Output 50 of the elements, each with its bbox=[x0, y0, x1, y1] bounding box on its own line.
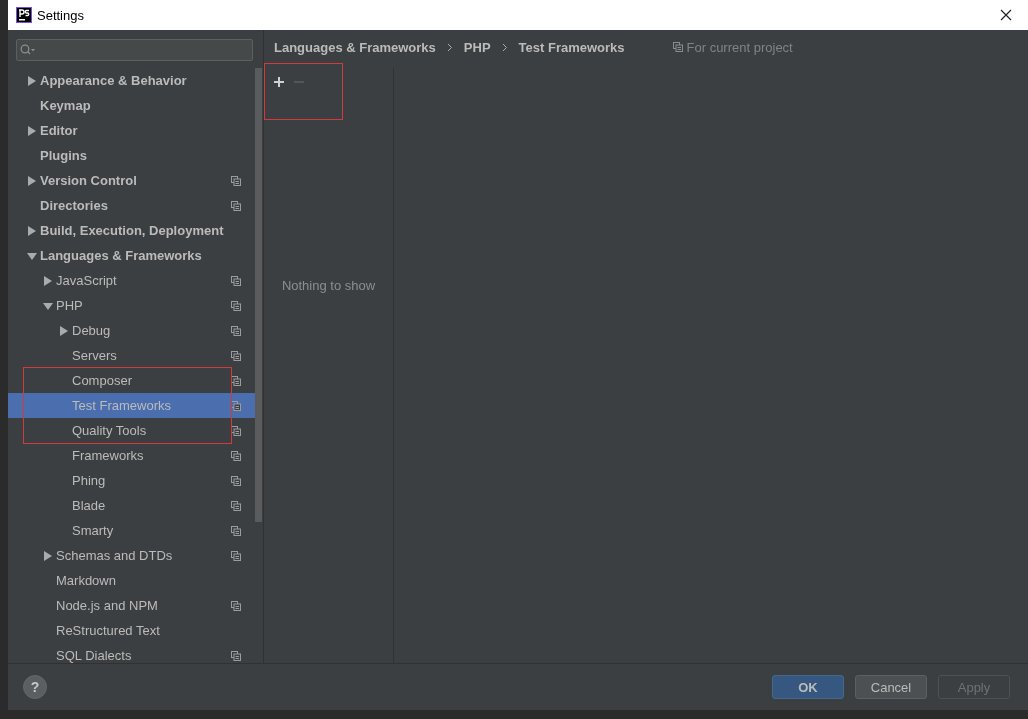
tree-item[interactable]: Schemas and DTDs bbox=[8, 543, 255, 568]
tree-item[interactable]: ReStructured Text bbox=[8, 618, 255, 643]
dialog-button[interactable]: OK bbox=[772, 675, 844, 699]
tree-item[interactable]: Directories bbox=[8, 193, 255, 218]
tree-item[interactable]: Languages & Frameworks bbox=[8, 243, 255, 268]
tree-item[interactable]: Editor bbox=[8, 118, 255, 143]
breadcrumb-item[interactable]: Test Frameworks bbox=[518, 39, 625, 55]
breadcrumb-item[interactable]: PHP bbox=[463, 39, 491, 55]
window-title: Settings bbox=[37, 7, 84, 23]
tree-item[interactable]: JavaScript bbox=[8, 268, 255, 293]
tree-item[interactable]: Frameworks bbox=[8, 443, 255, 468]
collapse-arrow-icon[interactable] bbox=[43, 300, 53, 311]
expand-arrow-icon[interactable] bbox=[43, 275, 53, 286]
breadcrumb-item[interactable]: Languages & Frameworks bbox=[274, 39, 436, 55]
tree-item[interactable]: Markdown bbox=[8, 568, 255, 593]
dialog-button[interactable]: Cancel bbox=[855, 675, 927, 699]
tree-item[interactable]: Quality Tools bbox=[8, 418, 255, 443]
expand-arrow-icon[interactable] bbox=[27, 125, 37, 136]
expand-arrow-icon[interactable] bbox=[27, 75, 37, 86]
search-icon bbox=[20, 44, 36, 56]
scope-label: For current project bbox=[686, 39, 793, 55]
scrollbar-thumb[interactable] bbox=[255, 68, 262, 522]
help-button[interactable]: ? bbox=[23, 675, 47, 699]
tree-item[interactable]: Composer bbox=[8, 368, 255, 393]
expand-arrow-icon[interactable] bbox=[27, 225, 37, 236]
empty-message: Nothing to show bbox=[280, 278, 377, 293]
expand-arrow-icon[interactable] bbox=[43, 550, 53, 561]
search-field[interactable] bbox=[16, 39, 253, 61]
chevron-icon bbox=[446, 42, 453, 52]
tree-item[interactable]: Debug bbox=[8, 318, 255, 343]
chevron-icon bbox=[501, 42, 508, 52]
expand-arrow-icon[interactable] bbox=[27, 175, 37, 186]
tree-item[interactable]: Node.js and NPM bbox=[8, 593, 255, 618]
add-icon[interactable] bbox=[272, 75, 286, 89]
tree-item[interactable]: SQL Dialects bbox=[8, 643, 255, 668]
project-scope-icon bbox=[672, 42, 683, 52]
app-logo-icon bbox=[16, 7, 32, 23]
tree-item[interactable]: Servers bbox=[8, 343, 255, 368]
tree-item[interactable]: Build, Execution, Deployment bbox=[8, 218, 255, 243]
tree-item[interactable]: Version Control bbox=[8, 168, 255, 193]
collapse-arrow-icon[interactable] bbox=[27, 250, 37, 261]
tree-item[interactable]: PHP bbox=[8, 293, 255, 318]
tree-item[interactable]: Phing bbox=[8, 468, 255, 493]
tree-item[interactable]: Blade bbox=[8, 493, 255, 518]
close-icon[interactable] bbox=[1000, 9, 1012, 21]
expand-arrow-icon[interactable] bbox=[59, 325, 69, 336]
tree-item[interactable]: Keymap bbox=[8, 93, 255, 118]
tree-item[interactable]: Plugins bbox=[8, 143, 255, 168]
tree-item[interactable]: Smarty bbox=[8, 518, 255, 543]
tree-item[interactable]: Appearance & Behavior bbox=[8, 68, 255, 93]
